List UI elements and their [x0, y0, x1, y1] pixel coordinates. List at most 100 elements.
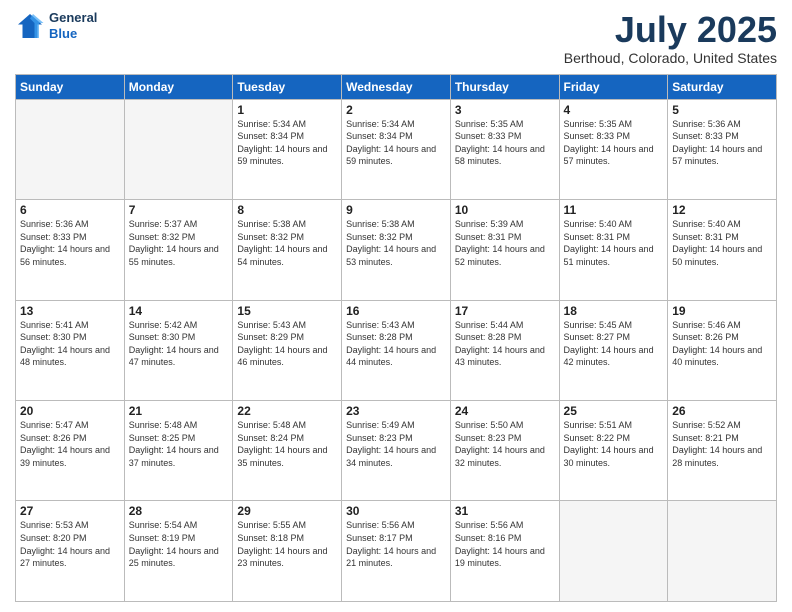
day-info: Sunrise: 5:38 AM Sunset: 8:32 PM Dayligh… — [346, 218, 446, 268]
subtitle: Berthoud, Colorado, United States — [564, 50, 777, 66]
week-row-4: 20Sunrise: 5:47 AM Sunset: 8:26 PM Dayli… — [16, 401, 777, 501]
day-number: 19 — [672, 304, 772, 318]
day-number: 29 — [237, 504, 337, 518]
day-number: 7 — [129, 203, 229, 217]
day-number: 11 — [564, 203, 664, 217]
day-info: Sunrise: 5:54 AM Sunset: 8:19 PM Dayligh… — [129, 519, 229, 569]
title-area: July 2025 Berthoud, Colorado, United Sta… — [564, 10, 777, 66]
calendar-cell: 2Sunrise: 5:34 AM Sunset: 8:34 PM Daylig… — [342, 99, 451, 199]
day-info: Sunrise: 5:53 AM Sunset: 8:20 PM Dayligh… — [20, 519, 120, 569]
week-row-1: 1Sunrise: 5:34 AM Sunset: 8:34 PM Daylig… — [16, 99, 777, 199]
day-info: Sunrise: 5:40 AM Sunset: 8:31 PM Dayligh… — [564, 218, 664, 268]
day-number: 20 — [20, 404, 120, 418]
day-number: 24 — [455, 404, 555, 418]
day-info: Sunrise: 5:48 AM Sunset: 8:24 PM Dayligh… — [237, 419, 337, 469]
col-saturday: Saturday — [668, 74, 777, 99]
calendar-cell: 28Sunrise: 5:54 AM Sunset: 8:19 PM Dayli… — [124, 501, 233, 602]
calendar-cell: 5Sunrise: 5:36 AM Sunset: 8:33 PM Daylig… — [668, 99, 777, 199]
day-number: 27 — [20, 504, 120, 518]
day-info: Sunrise: 5:44 AM Sunset: 8:28 PM Dayligh… — [455, 319, 555, 369]
calendar-cell — [668, 501, 777, 602]
calendar-cell: 14Sunrise: 5:42 AM Sunset: 8:30 PM Dayli… — [124, 300, 233, 400]
col-wednesday: Wednesday — [342, 74, 451, 99]
day-info: Sunrise: 5:48 AM Sunset: 8:25 PM Dayligh… — [129, 419, 229, 469]
day-info: Sunrise: 5:50 AM Sunset: 8:23 PM Dayligh… — [455, 419, 555, 469]
day-number: 15 — [237, 304, 337, 318]
calendar-cell: 18Sunrise: 5:45 AM Sunset: 8:27 PM Dayli… — [559, 300, 668, 400]
day-info: Sunrise: 5:38 AM Sunset: 8:32 PM Dayligh… — [237, 218, 337, 268]
day-info: Sunrise: 5:52 AM Sunset: 8:21 PM Dayligh… — [672, 419, 772, 469]
day-number: 1 — [237, 103, 337, 117]
day-info: Sunrise: 5:51 AM Sunset: 8:22 PM Dayligh… — [564, 419, 664, 469]
day-info: Sunrise: 5:39 AM Sunset: 8:31 PM Dayligh… — [455, 218, 555, 268]
calendar-cell: 19Sunrise: 5:46 AM Sunset: 8:26 PM Dayli… — [668, 300, 777, 400]
day-number: 18 — [564, 304, 664, 318]
week-row-3: 13Sunrise: 5:41 AM Sunset: 8:30 PM Dayli… — [16, 300, 777, 400]
logo: General Blue — [15, 10, 97, 41]
calendar-cell: 3Sunrise: 5:35 AM Sunset: 8:33 PM Daylig… — [450, 99, 559, 199]
week-row-5: 27Sunrise: 5:53 AM Sunset: 8:20 PM Dayli… — [16, 501, 777, 602]
day-info: Sunrise: 5:42 AM Sunset: 8:30 PM Dayligh… — [129, 319, 229, 369]
day-number: 25 — [564, 404, 664, 418]
day-info: Sunrise: 5:40 AM Sunset: 8:31 PM Dayligh… — [672, 218, 772, 268]
day-info: Sunrise: 5:45 AM Sunset: 8:27 PM Dayligh… — [564, 319, 664, 369]
calendar-cell: 30Sunrise: 5:56 AM Sunset: 8:17 PM Dayli… — [342, 501, 451, 602]
day-info: Sunrise: 5:55 AM Sunset: 8:18 PM Dayligh… — [237, 519, 337, 569]
day-number: 13 — [20, 304, 120, 318]
calendar-cell: 11Sunrise: 5:40 AM Sunset: 8:31 PM Dayli… — [559, 200, 668, 300]
day-number: 26 — [672, 404, 772, 418]
calendar-cell: 12Sunrise: 5:40 AM Sunset: 8:31 PM Dayli… — [668, 200, 777, 300]
day-number: 28 — [129, 504, 229, 518]
calendar-cell: 6Sunrise: 5:36 AM Sunset: 8:33 PM Daylig… — [16, 200, 125, 300]
day-number: 23 — [346, 404, 446, 418]
calendar-cell — [16, 99, 125, 199]
day-info: Sunrise: 5:46 AM Sunset: 8:26 PM Dayligh… — [672, 319, 772, 369]
col-monday: Monday — [124, 74, 233, 99]
col-friday: Friday — [559, 74, 668, 99]
day-info: Sunrise: 5:35 AM Sunset: 8:33 PM Dayligh… — [564, 118, 664, 168]
day-number: 10 — [455, 203, 555, 217]
calendar-cell: 20Sunrise: 5:47 AM Sunset: 8:26 PM Dayli… — [16, 401, 125, 501]
day-info: Sunrise: 5:37 AM Sunset: 8:32 PM Dayligh… — [129, 218, 229, 268]
day-info: Sunrise: 5:34 AM Sunset: 8:34 PM Dayligh… — [237, 118, 337, 168]
col-thursday: Thursday — [450, 74, 559, 99]
calendar-cell: 21Sunrise: 5:48 AM Sunset: 8:25 PM Dayli… — [124, 401, 233, 501]
calendar-cell: 10Sunrise: 5:39 AM Sunset: 8:31 PM Dayli… — [450, 200, 559, 300]
col-sunday: Sunday — [16, 74, 125, 99]
calendar-cell: 25Sunrise: 5:51 AM Sunset: 8:22 PM Dayli… — [559, 401, 668, 501]
day-number: 5 — [672, 103, 772, 117]
calendar-cell — [124, 99, 233, 199]
day-number: 30 — [346, 504, 446, 518]
calendar-cell: 9Sunrise: 5:38 AM Sunset: 8:32 PM Daylig… — [342, 200, 451, 300]
logo-icon — [15, 11, 45, 41]
col-tuesday: Tuesday — [233, 74, 342, 99]
calendar-cell: 22Sunrise: 5:48 AM Sunset: 8:24 PM Dayli… — [233, 401, 342, 501]
day-number: 21 — [129, 404, 229, 418]
day-number: 9 — [346, 203, 446, 217]
calendar-cell: 23Sunrise: 5:49 AM Sunset: 8:23 PM Dayli… — [342, 401, 451, 501]
calendar-cell: 27Sunrise: 5:53 AM Sunset: 8:20 PM Dayli… — [16, 501, 125, 602]
calendar-cell: 17Sunrise: 5:44 AM Sunset: 8:28 PM Dayli… — [450, 300, 559, 400]
page: General Blue July 2025 Berthoud, Colorad… — [0, 0, 792, 612]
day-number: 3 — [455, 103, 555, 117]
calendar-cell: 7Sunrise: 5:37 AM Sunset: 8:32 PM Daylig… — [124, 200, 233, 300]
day-info: Sunrise: 5:41 AM Sunset: 8:30 PM Dayligh… — [20, 319, 120, 369]
day-number: 31 — [455, 504, 555, 518]
day-number: 12 — [672, 203, 772, 217]
calendar-cell — [559, 501, 668, 602]
day-info: Sunrise: 5:56 AM Sunset: 8:16 PM Dayligh… — [455, 519, 555, 569]
day-info: Sunrise: 5:47 AM Sunset: 8:26 PM Dayligh… — [20, 419, 120, 469]
day-number: 22 — [237, 404, 337, 418]
day-number: 8 — [237, 203, 337, 217]
day-info: Sunrise: 5:43 AM Sunset: 8:29 PM Dayligh… — [237, 319, 337, 369]
calendar-cell: 24Sunrise: 5:50 AM Sunset: 8:23 PM Dayli… — [450, 401, 559, 501]
day-info: Sunrise: 5:36 AM Sunset: 8:33 PM Dayligh… — [672, 118, 772, 168]
calendar-cell: 1Sunrise: 5:34 AM Sunset: 8:34 PM Daylig… — [233, 99, 342, 199]
day-number: 4 — [564, 103, 664, 117]
header: General Blue July 2025 Berthoud, Colorad… — [15, 10, 777, 66]
calendar-cell: 31Sunrise: 5:56 AM Sunset: 8:16 PM Dayli… — [450, 501, 559, 602]
day-info: Sunrise: 5:36 AM Sunset: 8:33 PM Dayligh… — [20, 218, 120, 268]
calendar-cell: 26Sunrise: 5:52 AM Sunset: 8:21 PM Dayli… — [668, 401, 777, 501]
calendar-cell: 4Sunrise: 5:35 AM Sunset: 8:33 PM Daylig… — [559, 99, 668, 199]
day-info: Sunrise: 5:56 AM Sunset: 8:17 PM Dayligh… — [346, 519, 446, 569]
